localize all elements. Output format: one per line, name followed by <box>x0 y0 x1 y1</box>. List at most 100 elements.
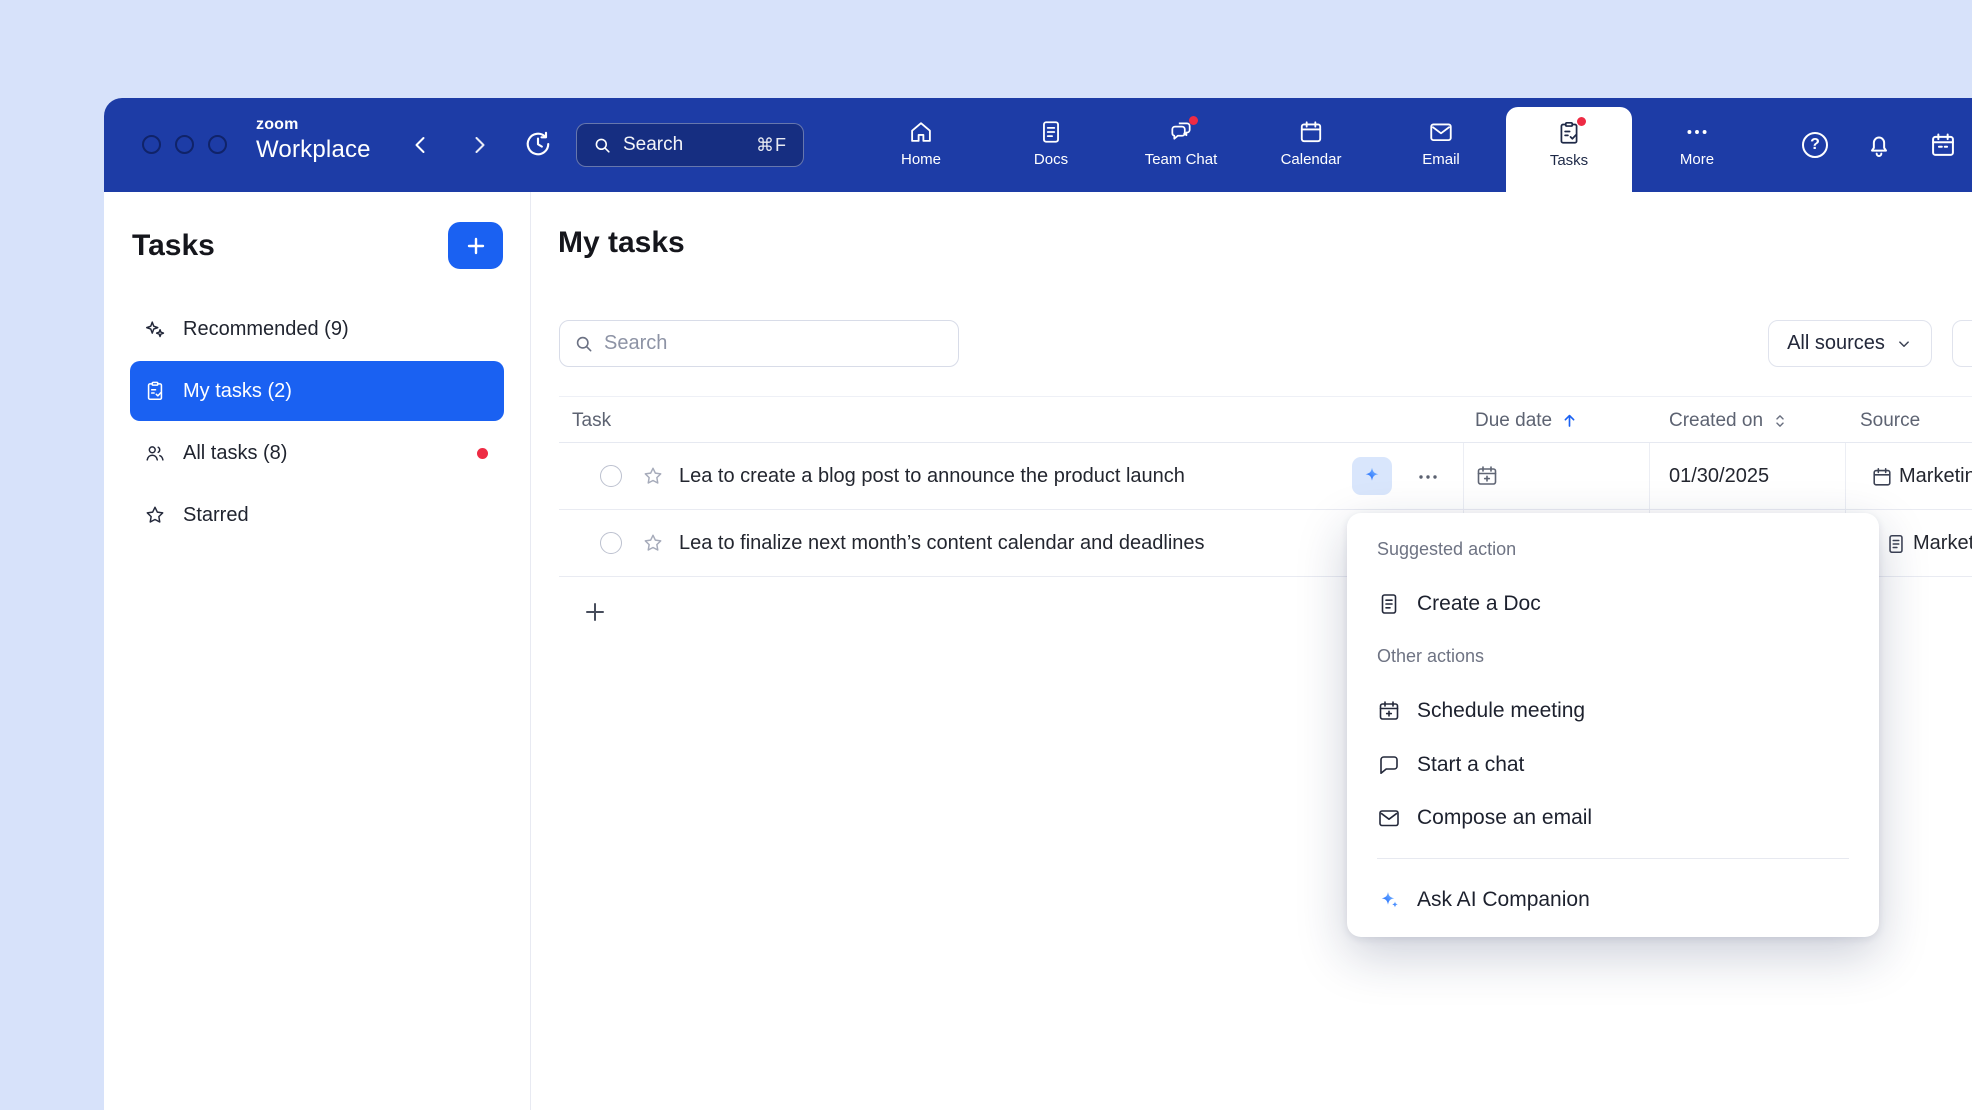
task-search-input[interactable] <box>604 332 944 355</box>
calendar-plus-icon <box>1377 699 1401 723</box>
ellipsis-icon <box>1416 465 1440 489</box>
nav-more[interactable]: More <box>1632 98 1762 192</box>
nav-calendar[interactable]: Calendar <box>1246 98 1376 192</box>
more-icon <box>1684 119 1710 145</box>
global-search-shortcut: ⌘F <box>756 135 787 156</box>
search-icon <box>593 136 612 155</box>
nav-more-label: More <box>1680 151 1714 168</box>
menu-item-schedule-meeting[interactable]: Schedule meeting <box>1347 691 1879 731</box>
chevron-right-icon <box>467 133 491 157</box>
bell-icon <box>1865 131 1893 159</box>
task-title: Lea to finalize next month’s content cal… <box>679 510 1205 577</box>
sidebar-item-recommended[interactable]: Recommended (9) <box>130 299 504 359</box>
all-tasks-badge <box>477 448 488 459</box>
menu-section-other: Other actions <box>1377 646 1484 667</box>
sidebar-item-label: Recommended (9) <box>183 318 349 341</box>
sidebar-header: Tasks <box>132 222 503 269</box>
calendar-icon <box>1298 119 1324 145</box>
help-button[interactable]: ? <box>1800 130 1830 160</box>
task-row[interactable]: Lea to create a blog post to announce th… <box>559 443 1972 510</box>
chevron-left-icon <box>409 133 433 157</box>
history-button[interactable] <box>523 129 553 159</box>
source-filter-label: All sources <box>1787 332 1885 355</box>
global-search-label: Search <box>623 134 683 156</box>
column-divider <box>1463 443 1464 509</box>
source-calendar-icon <box>1871 466 1893 488</box>
column-header-created-on[interactable]: Created on <box>1669 397 1789 444</box>
home-icon <box>908 119 934 145</box>
help-icon: ? <box>1802 132 1828 158</box>
add-due-date-button[interactable] <box>1475 464 1499 488</box>
task-title: Lea to create a blog post to announce th… <box>679 443 1185 510</box>
forward-button[interactable] <box>465 131 493 159</box>
menu-divider <box>1377 858 1849 859</box>
row-more-button[interactable] <box>1415 464 1441 490</box>
column-header-task: Task <box>572 397 611 444</box>
sidebar-item-label: My tasks (2) <box>183 380 292 403</box>
envelope-icon <box>1377 806 1401 830</box>
sort-ascending-icon <box>1560 411 1579 430</box>
calendar-widget-button[interactable] <box>1928 130 1958 160</box>
task-complete-checkbox[interactable] <box>600 532 622 554</box>
window-control-dot[interactable] <box>175 135 194 154</box>
task-source: Marketing <box>1913 510 1972 577</box>
logo-workplace-text: Workplace <box>256 138 371 162</box>
sidebar-item-starred[interactable]: Starred <box>130 485 504 545</box>
ai-sparkle-icon <box>1361 465 1383 487</box>
nav-home[interactable]: Home <box>856 98 986 192</box>
sidebar-item-all-tasks[interactable]: All tasks (8) <box>130 423 504 483</box>
new-task-button[interactable] <box>448 222 503 269</box>
sidebar-item-label: All tasks (8) <box>183 442 287 465</box>
app-window: zoom Workplace Search ⌘F <box>104 98 1972 1110</box>
workplace-logo: zoom Workplace <box>256 117 371 162</box>
tasks-sidebar: Tasks Recommended (9) <box>104 192 531 1110</box>
star-icon[interactable] <box>642 465 664 487</box>
menu-item-compose-email[interactable]: Compose an email <box>1347 798 1879 838</box>
chat-bubble-icon <box>1377 753 1401 777</box>
column-header-due-date[interactable]: Due date <box>1475 397 1579 444</box>
nav-team-chat[interactable]: Team Chat <box>1116 98 1246 192</box>
source-filter-dropdown[interactable]: All sources <box>1768 320 1932 367</box>
notifications-button[interactable] <box>1864 130 1894 160</box>
logo-zoom-text: zoom <box>256 117 371 133</box>
global-search[interactable]: Search ⌘F <box>576 123 804 167</box>
chevron-down-icon <box>1895 335 1913 353</box>
star-icon[interactable] <box>642 532 664 554</box>
menu-item-create-doc[interactable]: Create a Doc <box>1347 584 1879 624</box>
topbar-nav: Home Docs Team Chat <box>856 98 1762 192</box>
sidebar-item-my-tasks[interactable]: My tasks (2) <box>130 361 504 421</box>
search-icon <box>574 334 594 354</box>
team-chat-icon <box>1168 119 1194 145</box>
table-header: Task Due date Created on Source <box>559 396 1972 443</box>
menu-item-start-chat[interactable]: Start a chat <box>1347 745 1879 785</box>
ai-sparkle-icon <box>1377 888 1401 912</box>
sidebar-title: Tasks <box>132 229 215 263</box>
nav-docs[interactable]: Docs <box>986 98 1116 192</box>
plus-icon <box>466 236 486 256</box>
window-control-dot[interactable] <box>142 135 161 154</box>
nav-docs-label: Docs <box>1034 151 1068 168</box>
task-search[interactable] <box>559 320 959 367</box>
nav-email-label: Email <box>1422 151 1460 168</box>
clipped-toolbar-button[interactable] <box>1952 320 1972 367</box>
ai-companion-button[interactable] <box>1352 457 1392 495</box>
sidebar-item-label: Starred <box>183 504 249 527</box>
menu-section-suggested: Suggested action <box>1377 539 1516 560</box>
add-task-inline-button[interactable] <box>577 594 613 630</box>
task-created-on: 01/30/2025 <box>1669 443 1769 510</box>
people-icon <box>144 442 166 464</box>
task-complete-checkbox[interactable] <box>600 465 622 487</box>
nav-tasks[interactable]: Tasks <box>1506 107 1632 192</box>
page-title: My tasks <box>558 223 685 263</box>
docs-icon <box>1038 119 1064 145</box>
nav-tasks-label: Tasks <box>1550 152 1588 169</box>
plus-icon <box>583 600 607 624</box>
sparkles-icon <box>144 318 166 340</box>
back-button[interactable] <box>407 131 435 159</box>
tasks-icon <box>1556 120 1582 146</box>
nav-email[interactable]: Email <box>1376 98 1506 192</box>
menu-item-ask-ai-companion[interactable]: Ask AI Companion <box>1347 880 1879 920</box>
task-source: Marketing <box>1899 443 1972 510</box>
window-control-dot[interactable] <box>208 135 227 154</box>
source-doc-icon <box>1885 533 1907 555</box>
